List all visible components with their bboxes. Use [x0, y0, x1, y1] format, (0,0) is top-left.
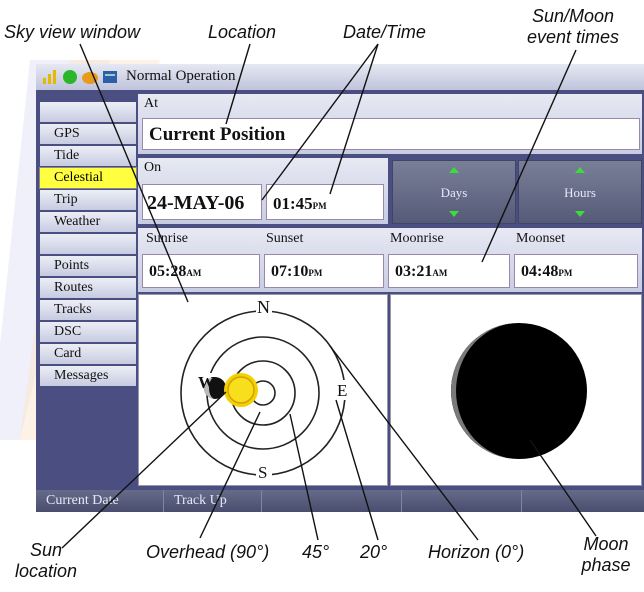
sunset-time: 07:10 — [271, 263, 309, 280]
sidebar-item-hidden-mid — [40, 234, 136, 254]
moon-phase-diagram — [451, 323, 587, 459]
compass-east: E — [337, 381, 348, 400]
hours-down-arrow-icon — [575, 211, 585, 217]
moonset-label: Moonset — [516, 231, 565, 246]
sidebar-item-dsc[interactable]: DSC — [40, 322, 136, 342]
moonset-field[interactable]: 04:48PM — [514, 254, 638, 288]
bottom-bar: Current Date Track Up — [36, 490, 644, 512]
track-up-softkey[interactable]: Track Up — [164, 490, 262, 512]
time-field[interactable]: 01:45PM — [266, 184, 384, 220]
softkey-3[interactable] — [262, 490, 402, 512]
events-panel: Sunrise Sunset Moonrise Moonset 05:28AM … — [138, 228, 642, 292]
callout-horizon: Horizon (0°) — [428, 542, 525, 562]
signal-icon — [43, 70, 56, 84]
callout-moon-line1: Moon — [583, 534, 629, 554]
sun-position-icon — [227, 376, 255, 404]
moonrise-time: 03:21 — [395, 263, 433, 280]
sunset-label: Sunset — [266, 231, 304, 246]
callout-date-time: Date/Time — [343, 22, 426, 42]
sidebar-item-gps[interactable]: GPS — [40, 124, 136, 144]
callout-45-degrees: 45° — [302, 542, 330, 562]
sunrise-suffix: AM — [186, 268, 202, 278]
days-up-arrow-icon — [449, 167, 459, 173]
callout-location: Location — [208, 22, 277, 42]
moonset-suffix: PM — [558, 268, 573, 278]
date-field[interactable]: 24-MAY-06 — [142, 184, 262, 220]
sunset-field[interactable]: 07:10PM — [264, 254, 384, 288]
days-button[interactable]: Days — [392, 160, 516, 224]
location-label: At — [144, 96, 158, 111]
compass-north: N — [257, 297, 270, 317]
sunset-suffix: PM — [308, 268, 323, 278]
compass-west: W — [198, 373, 215, 392]
power-icon — [82, 72, 98, 84]
callout-moon-line2: phase — [581, 555, 631, 575]
sidebar-item-routes[interactable]: Routes — [40, 278, 136, 298]
callout-sun-moon-line1: Sun/Moon — [531, 6, 615, 26]
location-field[interactable]: Current Position — [142, 118, 640, 150]
device-screen: Normal Operation GPS Tide Celestial Trip… — [36, 64, 644, 512]
status-mode-text: Normal Operation — [126, 68, 236, 84]
moonset-time: 04:48 — [521, 263, 559, 280]
callout-sun-moon-event-times: Sun/Moon event times — [518, 6, 628, 48]
moon-phase-window — [390, 294, 642, 486]
softkey-4[interactable] — [402, 490, 522, 512]
sunrise-time: 05:28 — [149, 263, 187, 280]
days-down-arrow-icon — [449, 211, 459, 217]
moonrise-label: Moonrise — [390, 231, 444, 246]
hours-button[interactable]: Hours — [518, 160, 642, 224]
callout-20-degrees: 20° — [360, 542, 388, 562]
callout-sun-location: Sun location — [6, 540, 86, 582]
time-suffix: PM — [312, 201, 327, 211]
sidebar-item-trip[interactable]: Trip — [40, 190, 136, 210]
datetime-label: On — [144, 160, 162, 175]
sidebar-item-weather[interactable]: Weather — [40, 212, 136, 232]
status-bar: Normal Operation — [36, 64, 644, 90]
datetime-panel: On 24-MAY-06 01:45PM — [138, 158, 388, 224]
compass-south: S — [258, 463, 268, 482]
gps-status-icon — [63, 70, 77, 84]
time-value: 01:45 — [273, 194, 313, 213]
softkey-5[interactable] — [522, 490, 644, 512]
sidebar-item-tide[interactable]: Tide — [40, 146, 136, 166]
sidebar-item-points[interactable]: Points — [40, 256, 136, 276]
callout-moon-phase: Moon phase — [574, 534, 638, 576]
sky-view-diagram — [180, 299, 351, 485]
page-icon — [103, 71, 117, 83]
callout-sun-moon-line2: event times — [526, 27, 620, 47]
days-button-label: Days — [440, 185, 468, 200]
current-date-softkey[interactable]: Current Date — [36, 490, 164, 512]
sidebar-item-celestial[interactable]: Celestial — [39, 167, 137, 189]
callout-sun-line2: location — [14, 561, 78, 581]
sidebar: GPS Tide Celestial Trip Weather Points R… — [39, 102, 137, 502]
sky-view-window: N S W E — [138, 294, 388, 486]
hours-button-label: Hours — [564, 185, 596, 200]
sidebar-item-tracks[interactable]: Tracks — [40, 300, 136, 320]
sunrise-label: Sunrise — [146, 231, 188, 246]
moonrise-suffix: AM — [432, 268, 448, 278]
callout-sky-view-window: Sky view window — [4, 22, 141, 42]
sidebar-item-card[interactable]: Card — [40, 344, 136, 364]
hours-up-arrow-icon — [575, 167, 585, 173]
callout-overhead: Overhead (90°) — [146, 542, 270, 562]
sidebar-item-messages[interactable]: Messages — [40, 366, 136, 386]
callout-sun-line1: Sun — [29, 540, 63, 560]
moonrise-field[interactable]: 03:21AM — [388, 254, 510, 288]
sunrise-field[interactable]: 05:28AM — [142, 254, 260, 288]
location-panel: At Current Position — [138, 94, 642, 154]
sidebar-item-hidden-top — [40, 102, 136, 122]
